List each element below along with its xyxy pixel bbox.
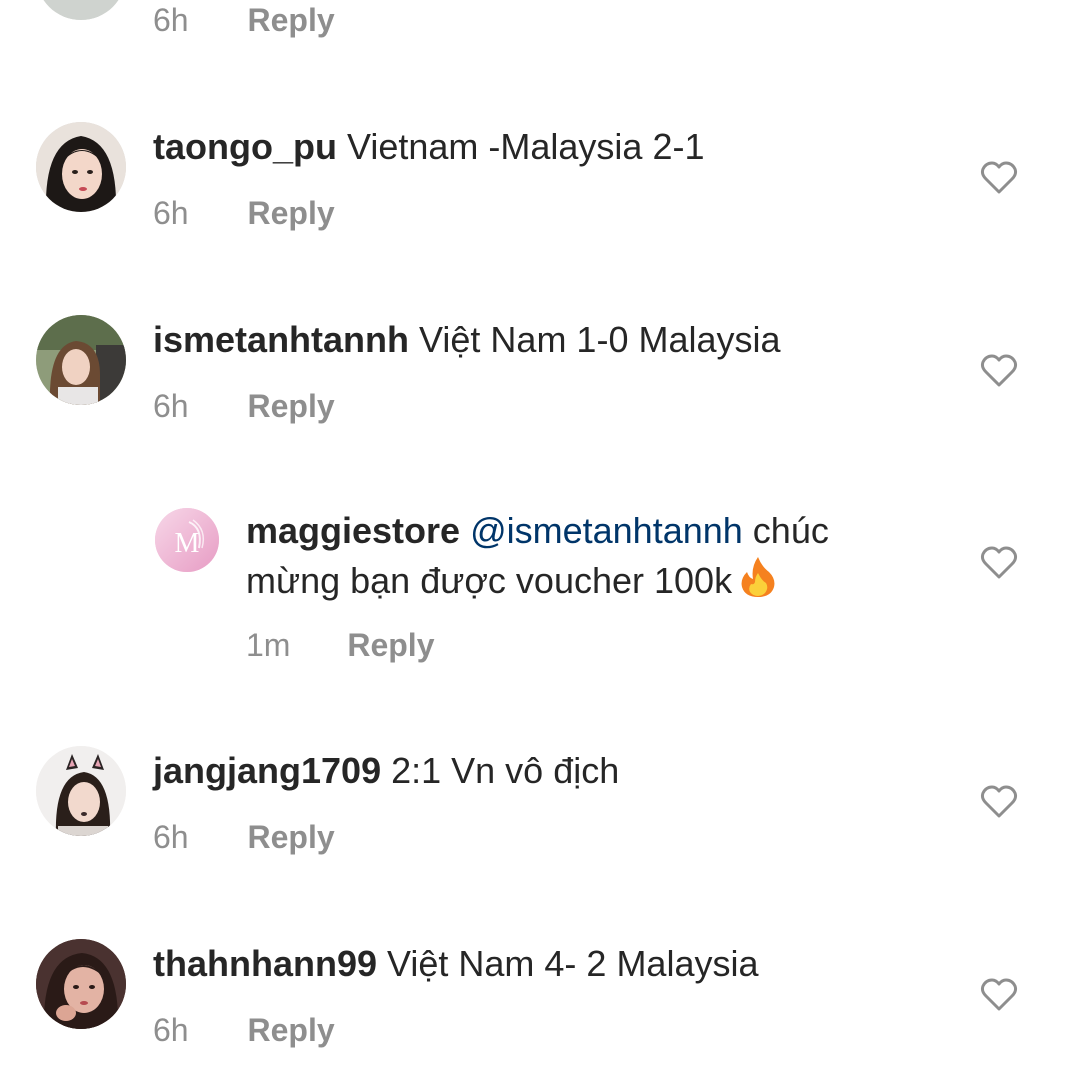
reply-button[interactable]: Reply	[347, 625, 434, 665]
comment-body: ismetanhtannh Việt Nam 1-0 Malaysia	[153, 316, 781, 364]
comment-username[interactable]: thahnhann99	[153, 943, 377, 984]
like-button[interactable]	[980, 161, 1018, 195]
heart-outline-icon	[980, 546, 1018, 579]
comment-username[interactable]: maggiestore	[246, 510, 460, 551]
like-button[interactable]	[980, 978, 1018, 1012]
comment-text: Việt Nam 1-0 Malaysia	[409, 319, 781, 360]
comment-body: maggiestore @ismetanhtannh chúc mừng bạn…	[246, 507, 946, 605]
comment-mention[interactable]: @ismetanhtannh	[460, 510, 743, 551]
avatar[interactable]: M	[155, 508, 219, 572]
comment-text-line2: mừng bạn được voucher 100k	[246, 560, 733, 601]
reply-button[interactable]: Reply	[247, 1010, 334, 1050]
heart-outline-icon	[980, 161, 1018, 194]
heart-outline-icon	[980, 354, 1018, 387]
avatar[interactable]	[36, 939, 126, 1029]
avatar[interactable]	[36, 122, 126, 212]
comment-meta: 6h Reply	[153, 817, 335, 857]
comment-text: Việt Nam 4- 2 Malaysia	[377, 943, 759, 984]
reply-button[interactable]: Reply	[247, 0, 334, 40]
avatar[interactable]	[36, 0, 126, 20]
comment-time: 6h	[153, 819, 189, 855]
comment-meta: 1m Reply	[246, 625, 434, 665]
heart-outline-icon	[980, 785, 1018, 818]
comment-text: 2:1 Vn vô địch	[381, 750, 620, 791]
comment-username[interactable]: jangjang1709	[153, 750, 381, 791]
reply-button[interactable]: Reply	[247, 386, 334, 426]
comment-username[interactable]: taongo_pu	[153, 126, 337, 167]
comment-time: 6h	[153, 388, 189, 424]
comment-body: taongo_pu Vietnam -Malaysia 2-1	[153, 123, 704, 171]
reply-button[interactable]: Reply	[247, 193, 334, 233]
comment-meta: 6h Reply	[153, 386, 335, 426]
avatar-letter: M	[175, 528, 200, 559]
like-button[interactable]	[980, 785, 1018, 819]
avatar[interactable]	[36, 746, 126, 836]
comment-time: 6h	[153, 2, 189, 38]
comment-time: 6h	[153, 195, 189, 231]
reply-button[interactable]: Reply	[247, 817, 334, 857]
comment-time: 1m	[246, 627, 291, 663]
heart-outline-icon	[980, 978, 1018, 1011]
like-button[interactable]	[980, 354, 1018, 388]
comment-meta: 6h Reply	[153, 0, 335, 40]
comment-username[interactable]: ismetanhtannh	[153, 319, 409, 360]
comment-thread: 6h Reply taongo_pu Vietnam -Malaysia 2-1…	[0, 0, 1080, 1080]
comment-body: jangjang1709 2:1 Vn vô địch	[153, 747, 619, 795]
comment-time: 6h	[153, 1012, 189, 1048]
fire-emoji	[738, 555, 778, 599]
avatar[interactable]	[36, 315, 126, 405]
comment-text: chúc	[742, 510, 829, 551]
comment-text: Vietnam -Malaysia 2-1	[336, 126, 705, 167]
like-button[interactable]	[980, 546, 1018, 580]
comment-meta: 6h Reply	[153, 193, 335, 233]
comment-meta: 6h Reply	[153, 1010, 335, 1050]
comment-body: thahnhann99 Việt Nam 4- 2 Malaysia	[153, 940, 759, 988]
